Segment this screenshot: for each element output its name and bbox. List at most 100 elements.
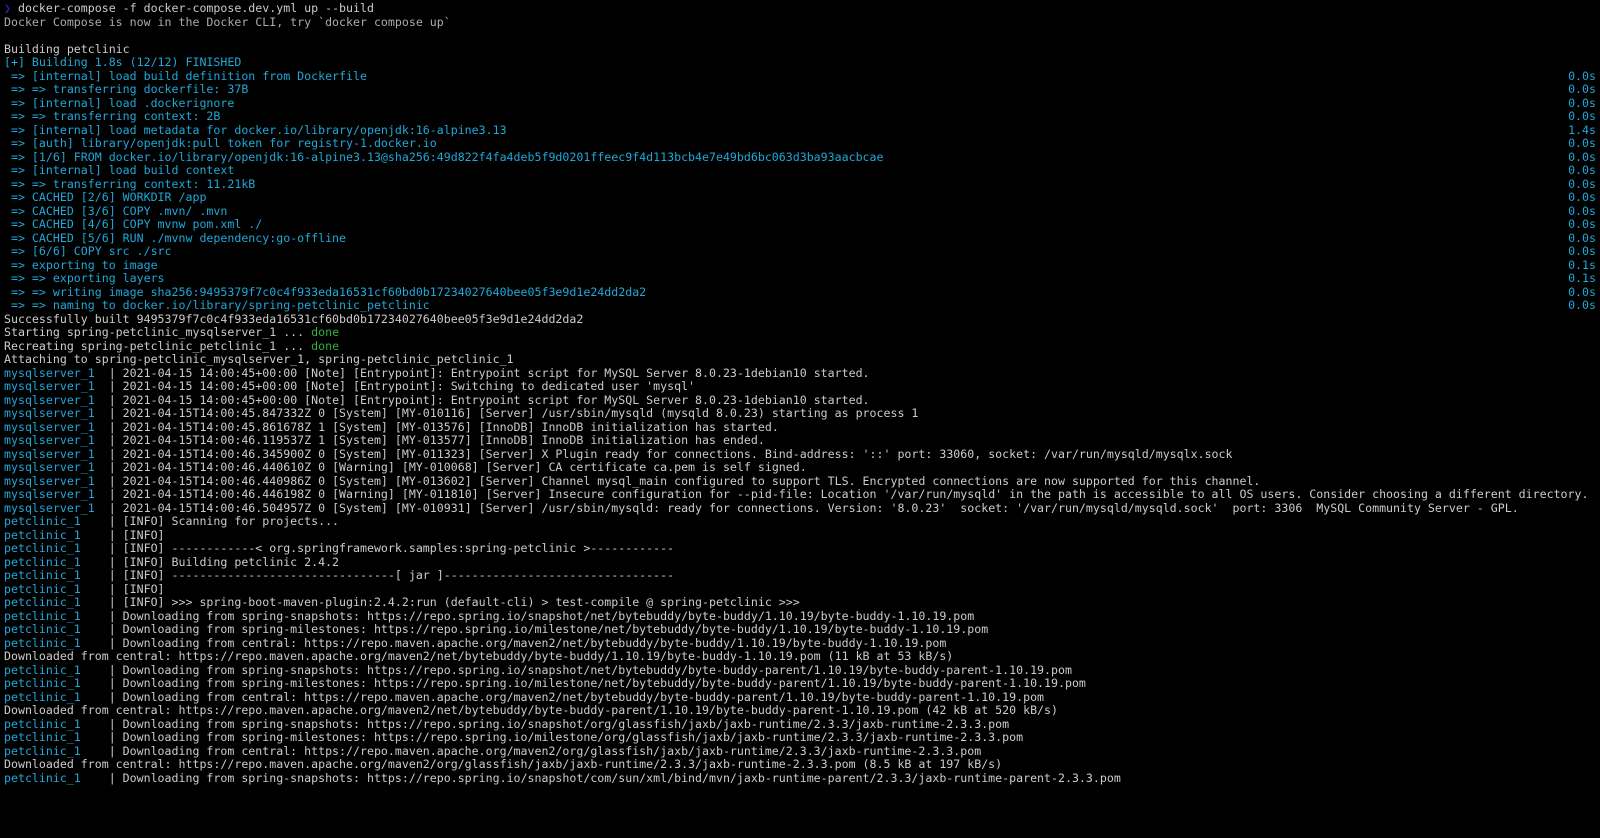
- log-line: petclinic_1 | [INFO] -------------------…: [4, 569, 1596, 583]
- service-prefix: petclinic_1: [4, 555, 81, 569]
- service-prefix: petclinic_1: [4, 717, 81, 731]
- build-step-text: => => writing image sha256:9495379f7c0c4…: [4, 286, 646, 300]
- log-line: mysqlserver_1 | 2021-04-15 14:00:45+00:0…: [4, 380, 1596, 394]
- build-step-time: 0.0s: [1568, 299, 1596, 313]
- build-step-time: 0.0s: [1568, 286, 1596, 300]
- service-prefix: petclinic_1: [4, 622, 81, 636]
- build-step-time: 0.0s: [1568, 151, 1596, 165]
- build-step-text: => CACHED [3/6] COPY .mvn/ .mvn: [4, 205, 227, 219]
- build-step-text: => => transferring context: 2B: [4, 110, 220, 124]
- log-line: petclinic_1 | Downloading from spring-sn…: [4, 664, 1596, 678]
- build-step-text: => [internal] load build definition from…: [4, 70, 367, 84]
- build-step-text: => CACHED [4/6] COPY mvnw pom.xml ./: [4, 218, 262, 232]
- prompt-glyph: ❯: [4, 1, 11, 15]
- build-step-text: => => naming to docker.io/library/spring…: [4, 299, 430, 313]
- log-line: mysqlserver_1 | 2021-04-15T14:00:46.5049…: [4, 502, 1596, 516]
- service-prefix: petclinic_1: [4, 730, 81, 744]
- build-step: => [internal] load .dockerignore 0.0s: [4, 97, 1596, 111]
- log-line: petclinic_1 | Downloading from spring-sn…: [4, 610, 1596, 624]
- build-step: => [auth] library/openjdk:pull token for…: [4, 137, 1596, 151]
- service-prefix: petclinic_1: [4, 568, 81, 582]
- build-step-text: => CACHED [2/6] WORKDIR /app: [4, 191, 206, 205]
- service-prefix: mysqlserver_1: [4, 433, 95, 447]
- log-line: Downloaded from central: https://repo.ma…: [4, 650, 1596, 664]
- build-step: => CACHED [3/6] COPY .mvn/ .mvn 0.0s: [4, 205, 1596, 219]
- build-step: => CACHED [5/6] RUN ./mvnw dependency:go…: [4, 232, 1596, 246]
- service-prefix: mysqlserver_1: [4, 393, 95, 407]
- build-step: => => naming to docker.io/library/spring…: [4, 299, 1596, 313]
- build-step: => => exporting layers0.1s: [4, 272, 1596, 286]
- log-line: petclinic_1 | [INFO]: [4, 583, 1596, 597]
- build-step: => => transferring context: 2B 0.0s: [4, 110, 1596, 124]
- service-prefix: petclinic_1: [4, 582, 81, 596]
- log-line: mysqlserver_1 | 2021-04-15 14:00:45+00:0…: [4, 394, 1596, 408]
- service-prefix: petclinic_1: [4, 676, 81, 690]
- service-prefix: mysqlserver_1: [4, 460, 95, 474]
- build-step-time: 0.0s: [1568, 191, 1596, 205]
- service-prefix: mysqlserver_1: [4, 447, 95, 461]
- build-step-time: 0.0s: [1568, 137, 1596, 151]
- done-word: done: [311, 339, 339, 353]
- service-prefix: petclinic_1: [4, 690, 81, 704]
- build-step: => exporting to image0.1s: [4, 259, 1596, 273]
- build-step: => [internal] load build context0.0s: [4, 164, 1596, 178]
- service-prefix: mysqlserver_1: [4, 420, 95, 434]
- build-step-time: 1.4s: [1568, 124, 1596, 138]
- terminal-output[interactable]: ❯ docker-compose -f docker-compose.dev.y…: [0, 0, 1600, 785]
- log-line: mysqlserver_1 | 2021-04-15T14:00:45.8616…: [4, 421, 1596, 435]
- build-step-text: => [1/6] FROM docker.io/library/openjdk:…: [4, 151, 883, 165]
- log-line: mysqlserver_1 | 2021-04-15T14:00:46.3459…: [4, 448, 1596, 462]
- log-line: mysqlserver_1 | 2021-04-15T14:00:46.1195…: [4, 434, 1596, 448]
- service-prefix: mysqlserver_1: [4, 406, 95, 420]
- attach-line: Attaching to spring-petclinic_mysqlserve…: [4, 353, 1596, 367]
- service-prefix: petclinic_1: [4, 636, 81, 650]
- build-step-time: 0.0s: [1568, 205, 1596, 219]
- build-step-time: 0.0s: [1568, 178, 1596, 192]
- build-step-time: 0.0s: [1568, 110, 1596, 124]
- log-line: petclinic_1 | [INFO]: [4, 529, 1596, 543]
- log-line: petclinic_1 | [INFO] >>> spring-boot-mav…: [4, 596, 1596, 610]
- build-step-time: 0.0s: [1568, 232, 1596, 246]
- service-prefix: petclinic_1: [4, 609, 81, 623]
- build-step-text: => [auth] library/openjdk:pull token for…: [4, 137, 437, 151]
- build-step: => [6/6] COPY src ./src 0.0s: [4, 245, 1596, 259]
- build-step: => => transferring context: 11.21kB0.0s: [4, 178, 1596, 192]
- build-step-text: => CACHED [5/6] RUN ./mvnw dependency:go…: [4, 232, 346, 246]
- log-line: mysqlserver_1 | 2021-04-15T14:00:46.4406…: [4, 461, 1596, 475]
- log-line: mysqlserver_1 | 2021-04-15T14:00:46.4461…: [4, 488, 1596, 502]
- build-step-text: => [internal] load .dockerignore: [4, 97, 234, 111]
- service-prefix: petclinic_1: [4, 514, 81, 528]
- service-prefix: petclinic_1: [4, 744, 81, 758]
- build-step-text: => [6/6] COPY src ./src: [4, 245, 172, 259]
- build-step: => [1/6] FROM docker.io/library/openjdk:…: [4, 151, 1596, 165]
- service-prefix: mysqlserver_1: [4, 379, 95, 393]
- log-line: petclinic_1 | Downloading from central: …: [4, 745, 1596, 759]
- build-step-text: => => transferring dockerfile: 37B: [4, 83, 248, 97]
- service-prefix: petclinic_1: [4, 771, 81, 785]
- build-step-time: 0.1s: [1568, 272, 1596, 286]
- log-line: petclinic_1 | Downloading from central: …: [4, 637, 1596, 651]
- build-step-time: 0.0s: [1568, 245, 1596, 259]
- service-prefix: petclinic_1: [4, 541, 81, 555]
- log-line: petclinic_1 | [INFO] Scanning for projec…: [4, 515, 1596, 529]
- build-step-text: => [internal] load build context: [4, 164, 234, 178]
- service-prefix: mysqlserver_1: [4, 501, 95, 515]
- build-step-time: 0.0s: [1568, 70, 1596, 84]
- prompt-line: ❯ docker-compose -f docker-compose.dev.y…: [4, 2, 1596, 16]
- build-step: => CACHED [2/6] WORKDIR /app 0.0s: [4, 191, 1596, 205]
- log-line: petclinic_1 | Downloading from spring-mi…: [4, 623, 1596, 637]
- log-line: Downloaded from central: https://repo.ma…: [4, 758, 1596, 772]
- log-line: petclinic_1 | Downloading from central: …: [4, 691, 1596, 705]
- build-step-text: => [internal] load metadata for docker.i…: [4, 124, 507, 138]
- build-step: => => transferring dockerfile: 37B0.0s: [4, 83, 1596, 97]
- service-prefix: petclinic_1: [4, 528, 81, 542]
- log-line: Downloaded from central: https://repo.ma…: [4, 704, 1596, 718]
- build-step-time: 0.0s: [1568, 97, 1596, 111]
- service-prefix: mysqlserver_1: [4, 366, 95, 380]
- build-success: Successfully built 9495379f7c0c4f933eda1…: [4, 313, 1596, 327]
- service-prefix: mysqlserver_1: [4, 474, 95, 488]
- log-line: mysqlserver_1 | 2021-04-15T14:00:45.8473…: [4, 407, 1596, 421]
- log-line: petclinic_1 | Downloading from spring-mi…: [4, 731, 1596, 745]
- service-prefix: mysqlserver_1: [4, 487, 95, 501]
- log-line: petclinic_1 | Downloading from spring-sn…: [4, 718, 1596, 732]
